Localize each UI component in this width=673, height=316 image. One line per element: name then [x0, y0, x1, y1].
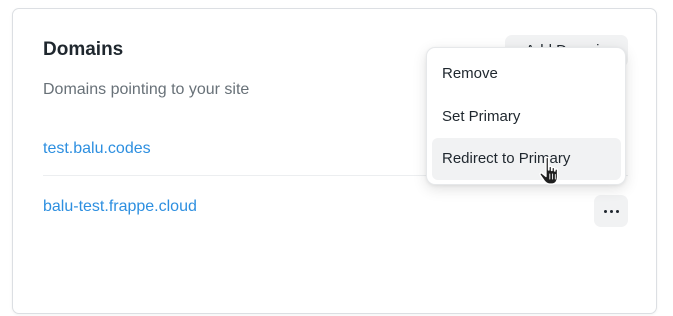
menu-item-set-primary[interactable]: Set Primary — [432, 96, 621, 138]
section-title: Domains — [43, 39, 124, 60]
more-actions-button[interactable] — [594, 195, 628, 227]
menu-item-redirect-to-primary[interactable]: Redirect to Primary — [432, 138, 621, 180]
dots-horizontal-icon — [602, 209, 620, 213]
domain-row: balu-test.frappe.cloud — [43, 182, 628, 230]
actions-dropdown-menu: Remove Set Primary Redirect to Primary — [426, 47, 626, 185]
domain-link[interactable]: test.balu.codes — [43, 139, 151, 159]
domain-link[interactable]: balu-test.frappe.cloud — [43, 197, 197, 217]
section-subtitle: Domains pointing to your site — [43, 81, 250, 98]
hand-pointer-cursor-icon — [539, 156, 559, 185]
menu-item-remove[interactable]: Remove — [432, 53, 621, 95]
